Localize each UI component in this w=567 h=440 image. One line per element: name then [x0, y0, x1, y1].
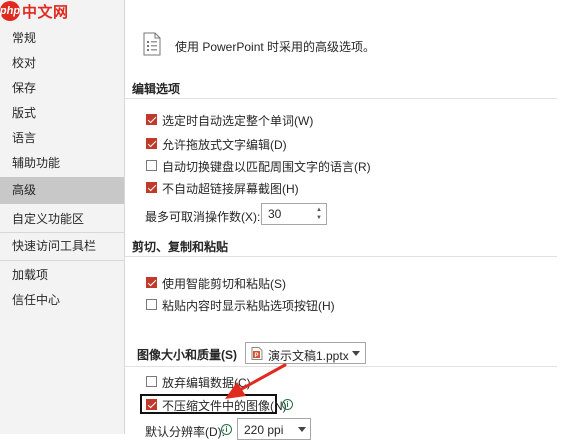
auto-select-word-label: 选定时自动选定整个单词(W) [162, 114, 314, 128]
discard-editing-data-label: 放弃编辑数据(C) [162, 376, 251, 390]
sidebar-item-general[interactable]: 常规 [0, 26, 124, 51]
section-title-editing: 编辑选项 [132, 82, 181, 96]
svg-text:P: P [255, 353, 259, 359]
smart-cut-paste-label: 使用智能剪切和粘贴(S) [162, 277, 286, 291]
max-undo-spinner[interactable]: 30 ▲ ▼ [261, 203, 327, 225]
section-divider [125, 256, 557, 257]
chevron-down-icon [298, 427, 306, 432]
auto-select-word-checkbox[interactable] [146, 114, 157, 125]
advanced-options-panel: 使用 PowerPoint 时采用的高级选项。 编辑选项 选定时自动选定整个单词… [125, 0, 567, 440]
no-auto-hyperlink-screenshot-checkbox[interactable] [146, 182, 157, 193]
image-file-select[interactable]: P 演示文稿1.pptx [245, 342, 366, 364]
show-paste-options-checkbox[interactable] [146, 299, 157, 310]
logo-text: 中文网 [22, 3, 69, 21]
sidebar-item-add-ins[interactable]: 加载项 [0, 263, 124, 288]
php-logo-icon: php [0, 1, 20, 21]
sidebar-divider [0, 232, 124, 233]
drag-drop-text-checkbox[interactable] [146, 138, 157, 149]
sidebar-item-trust-center[interactable]: 信任中心 [0, 288, 124, 313]
auto-switch-keyboard-label: 自动切换键盘以匹配周围文字的语言(R) [162, 160, 371, 174]
image-file-select-value: 演示文稿1.pptx [268, 349, 349, 363]
do-not-compress-images-label: 不压缩文件中的图像(N) [162, 399, 287, 413]
sidebar-item-language[interactable]: 语言 [0, 126, 124, 151]
max-undo-label: 最多可取消操作数(X): [145, 210, 261, 224]
document-settings-icon [143, 32, 161, 56]
section-divider [125, 366, 557, 367]
no-auto-hyperlink-screenshot-label: 不自动超链接屏幕截图(H) [162, 182, 299, 196]
drag-drop-text-label: 允许拖放式文字编辑(D) [162, 138, 287, 152]
section-title-clipboard: 剪切、复制和粘贴 [132, 240, 229, 254]
sidebar-item-typography[interactable]: 版式 [0, 101, 124, 126]
default-resolution-select[interactable]: 220 ppi [237, 418, 311, 440]
sidebar-item-quick-access-toolbar[interactable]: 快速访问工具栏 [0, 234, 124, 259]
discard-editing-data-checkbox[interactable] [146, 376, 157, 387]
options-sidebar: php 中文网 常规 校对 保存 版式 语言 辅助功能 高级 自定义功能区 快速… [0, 0, 125, 434]
section-title-image-quality: 图像大小和质量(S) [137, 348, 237, 362]
chevron-down-icon [352, 351, 360, 356]
default-resolution-label: 默认分辨率(D): [145, 425, 225, 439]
sidebar-divider [0, 260, 124, 261]
powerpoint-file-icon: P [251, 347, 263, 360]
do-not-compress-images-checkbox[interactable] [146, 399, 157, 410]
sidebar-item-save[interactable]: 保存 [0, 76, 124, 101]
spinner-arrows-icon[interactable]: ▲ ▼ [315, 206, 323, 222]
section-divider [125, 98, 557, 99]
smart-cut-paste-checkbox[interactable] [146, 277, 157, 288]
info-icon[interactable]: i [282, 399, 293, 410]
show-paste-options-label: 粘贴内容时显示粘贴选项按钮(H) [162, 299, 335, 313]
sidebar-item-proofing[interactable]: 校对 [0, 51, 124, 76]
auto-switch-keyboard-checkbox[interactable] [146, 160, 157, 171]
sidebar-item-advanced[interactable]: 高级 [0, 177, 124, 204]
max-undo-value: 30 [268, 207, 282, 221]
site-watermark-logo: php 中文网 [0, 0, 69, 22]
sidebar-item-accessibility[interactable]: 辅助功能 [0, 151, 124, 176]
info-icon[interactable]: i [221, 424, 232, 435]
page-description: 使用 PowerPoint 时采用的高级选项。 [175, 40, 376, 54]
default-resolution-value: 220 ppi [244, 423, 284, 437]
sidebar-item-customize-ribbon[interactable]: 自定义功能区 [0, 207, 124, 232]
